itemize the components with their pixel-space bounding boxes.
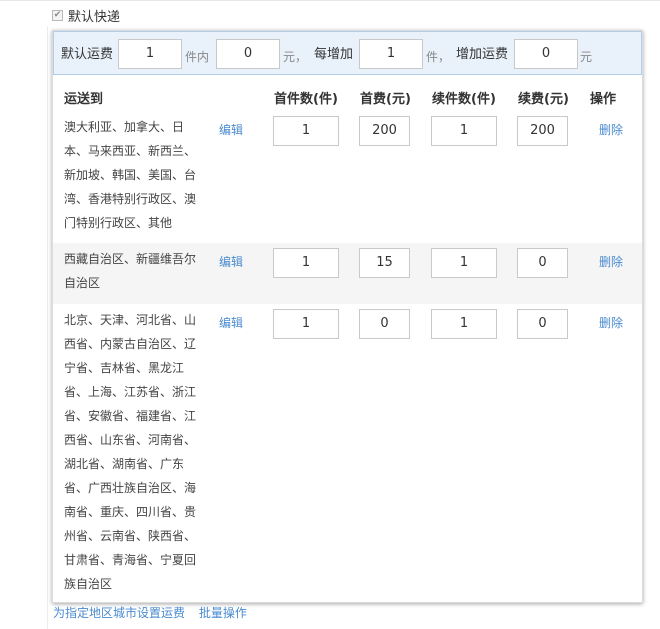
default-first-count-input[interactable]: 1 (118, 39, 182, 69)
row-add-count-input[interactable]: 1 (431, 309, 497, 339)
default-first-fee-input[interactable]: 0 (216, 39, 280, 69)
row-first-fee-input[interactable]: 15 (359, 248, 410, 278)
set-region-fee-link[interactable]: 为指定地区城市设置运费 (53, 606, 185, 620)
table-row: 北京、天津、河北省、山西省、内蒙古自治区、辽宁省、吉林省、黑龙江省、上海、江苏省… (53, 304, 642, 599)
row-add-fee-input[interactable]: 0 (517, 309, 568, 339)
unit-yuan: 元， (283, 50, 308, 64)
row-first-fee-input[interactable]: 0 (359, 309, 410, 339)
row-region-text: 澳大利亚、加拿大、日本、马来西亚、新西兰、新加坡、韩国、美国、台湾、香港特别行政… (64, 120, 197, 230)
row-delete-link[interactable]: 删除 (599, 253, 623, 270)
row-region-text: 西藏自治区、新疆维吾尔自治区 (64, 252, 197, 290)
table-row: 西藏自治区、新疆维吾尔自治区 编辑 1 15 1 0 删除 (53, 243, 642, 304)
row-add-count-input[interactable]: 1 (431, 116, 497, 146)
row-first-count-input[interactable]: 1 (273, 248, 339, 278)
each-add-label: 每增加 (314, 47, 354, 62)
row-delete-link[interactable]: 删除 (599, 121, 623, 138)
default-add-fee-input[interactable]: 0 (514, 39, 578, 69)
freight-panel: 默认运费 1 件内 0 元， 每增加 1 件， 增加运费 0 元 运送到 首件数… (52, 30, 643, 603)
row-delete-link[interactable]: 删除 (599, 314, 623, 331)
batch-operation-link[interactable]: 批量操作 (199, 606, 247, 620)
row-first-fee-input[interactable]: 200 (359, 116, 410, 146)
row-first-count-input[interactable]: 1 (273, 309, 339, 339)
row-edit-link[interactable]: 编辑 (219, 121, 243, 138)
row-add-count-input[interactable]: 1 (431, 248, 497, 278)
header-first-count: 首件数(件) (274, 92, 338, 107)
header-add-count: 续件数(件) (432, 92, 496, 107)
default-express-checkbox[interactable]: ✔ (52, 9, 63, 21)
default-fee-label: 默认运费 (61, 47, 114, 62)
row-edit-link[interactable]: 编辑 (219, 314, 243, 331)
table-header: 运送到 首件数(件) 首费(元) 续件数(件) 续费(元) 操作 (53, 75, 642, 115)
header-add-fee: 续费(元) (518, 92, 569, 107)
header-action: 操作 (590, 92, 617, 107)
row-add-fee-input[interactable]: 0 (517, 248, 568, 278)
header-region: 运送到 (64, 92, 104, 107)
row-edit-link[interactable]: 编辑 (219, 253, 243, 270)
bottom-links: 为指定地区城市设置运费 批量操作 (53, 604, 257, 621)
default-express-row[interactable]: ✔ 默认快递 (52, 7, 121, 25)
unit-yuan-end: 元 (580, 50, 593, 64)
header-first-fee: 首费(元) (360, 92, 411, 107)
table-row: 澳大利亚、加拿大、日本、马来西亚、新西兰、新加坡、韩国、美国、台湾、香港特别行政… (53, 115, 642, 243)
row-region-text: 北京、天津、河北省、山西省、内蒙古自治区、辽宁省、吉林省、黑龙江省、上海、江苏省… (64, 313, 197, 591)
add-fee-label: 增加运费 (456, 47, 509, 62)
default-express-label: 默认快递 (68, 9, 121, 25)
row-add-fee-input[interactable]: 200 (517, 116, 568, 146)
left-divider (47, 26, 48, 629)
row-first-count-input[interactable]: 1 (273, 116, 339, 146)
unit-pieces-within: 件内 (185, 50, 210, 64)
default-add-count-input[interactable]: 1 (359, 39, 423, 69)
default-fee-bar: 默认运费 1 件内 0 元， 每增加 1 件， 增加运费 0 元 (53, 31, 642, 75)
unit-piece-comma: 件， (426, 50, 451, 64)
top-divider (0, 0, 660, 1)
